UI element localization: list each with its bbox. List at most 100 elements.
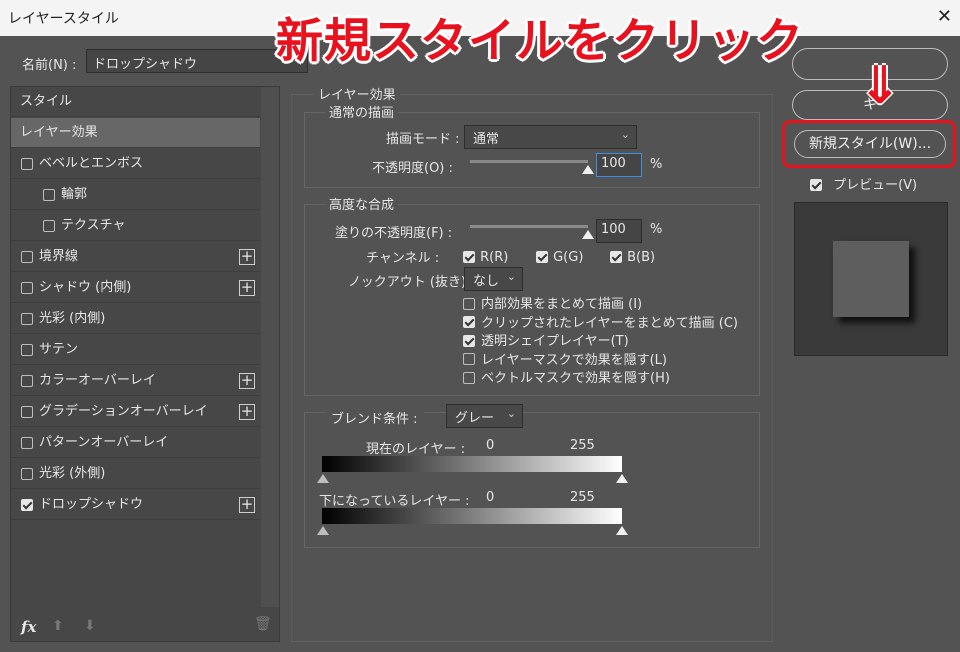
- sidebar-item-checkbox[interactable]: [21, 313, 33, 325]
- channel-g-checkbox[interactable]: [536, 250, 548, 263]
- underlying-layer-white-handle[interactable]: [616, 526, 628, 535]
- advanced-option[interactable]: レイヤーマスクで効果を隠す(L): [463, 349, 667, 368]
- sidebar-item-label: シャドウ (内側): [39, 280, 132, 295]
- normal-blend-group: [304, 112, 760, 188]
- sidebar-item[interactable]: レイヤー効果: [11, 118, 260, 148]
- advanced-option-label: 内部効果をまとめて描画 (I): [481, 297, 643, 312]
- trash-icon[interactable]: 🗑: [254, 616, 272, 632]
- sidebar-item[interactable]: テクスチャ: [11, 211, 260, 241]
- channel-b-checkbox[interactable]: [610, 250, 622, 263]
- sidebar-item[interactable]: サテン: [11, 335, 260, 365]
- normal-blend-title: 通常の描画: [325, 102, 399, 121]
- sidebar-item[interactable]: ドロップシャドウ +: [11, 490, 260, 520]
- move-down-icon[interactable]: ⬇: [84, 618, 96, 634]
- chevron-down-icon: ⌄: [506, 407, 516, 420]
- opacity-slider-track[interactable]: [470, 160, 588, 163]
- fill-opacity-input[interactable]: 100: [596, 219, 642, 243]
- blend-if-select[interactable]: グレー ⌄: [446, 404, 523, 428]
- current-layer-white-handle[interactable]: [616, 474, 628, 483]
- knockout-select[interactable]: なし ⌄: [464, 267, 523, 291]
- add-effect-icon[interactable]: +: [239, 373, 255, 389]
- advanced-option-checkbox[interactable]: [463, 316, 475, 328]
- add-effect-icon[interactable]: +: [239, 404, 255, 420]
- channels-label: チャンネル :: [366, 251, 440, 266]
- sidebar-item[interactable]: グラデーションオーバーレイ +: [11, 397, 260, 427]
- fill-opacity-slider-thumb[interactable]: [582, 230, 594, 239]
- current-layer-black-handle[interactable]: [317, 474, 329, 483]
- current-layer-min: 0: [486, 438, 495, 453]
- advanced-option-checkbox[interactable]: [463, 371, 475, 384]
- advanced-option[interactable]: 内部効果をまとめて描画 (I): [463, 293, 642, 312]
- fill-opacity-label: 塗りの不透明度(F) :: [335, 226, 453, 241]
- sidebar-item[interactable]: 光彩 (内側): [11, 304, 260, 334]
- opacity-input[interactable]: 100: [596, 153, 642, 177]
- sidebar-item[interactable]: パターンオーバーレイ: [11, 428, 260, 458]
- sidebar-item-label: ベベルとエンボス: [39, 156, 144, 171]
- advanced-option[interactable]: 透明シェイプレイヤー(T): [463, 330, 629, 349]
- sidebar-item-checkbox[interactable]: [21, 468, 33, 480]
- blend-mode-label: 描画モード :: [386, 132, 460, 147]
- sidebar-item[interactable]: スタイル: [11, 87, 260, 117]
- advanced-option[interactable]: クリップされたレイヤーをまとめて描画 (C): [463, 312, 738, 331]
- sidebar-item-checkbox[interactable]: [43, 189, 55, 201]
- sidebar-item[interactable]: 光彩 (外側): [11, 459, 260, 489]
- advanced-option-checkbox[interactable]: [463, 353, 475, 365]
- blend-mode-select[interactable]: 通常 ⌄: [464, 125, 637, 149]
- blend-if-value: グレー: [455, 411, 495, 426]
- advanced-option-label: 透明シェイプレイヤー(T): [481, 334, 629, 349]
- knockout-value: なし: [473, 274, 500, 289]
- channel-r[interactable]: R(R): [463, 246, 508, 265]
- add-effect-icon[interactable]: +: [239, 280, 255, 296]
- sidebar-item-label: グラデーションオーバーレイ: [39, 404, 208, 419]
- underlying-layer-max: 255: [570, 490, 595, 505]
- add-effect-icon[interactable]: +: [239, 249, 255, 265]
- opacity-label: 不透明度(O) :: [372, 161, 453, 176]
- blend-if-label: ブレンド条件 :: [325, 408, 424, 427]
- preview-toggle[interactable]: プレビュー(V): [810, 174, 917, 193]
- move-up-icon[interactable]: ⬆: [52, 618, 64, 634]
- sidebar-item-checkbox[interactable]: [21, 344, 33, 356]
- preview-checkbox[interactable]: [810, 178, 822, 191]
- sidebar-item-label: 光彩 (内側): [39, 311, 106, 326]
- sidebar-item-label: 光彩 (外側): [39, 466, 106, 481]
- advanced-option-checkbox[interactable]: [463, 297, 475, 310]
- sidebar-item-checkbox[interactable]: [21, 282, 33, 294]
- opacity-percent: %: [650, 157, 663, 172]
- sidebar-item-checkbox[interactable]: [21, 251, 33, 263]
- blend-mode-value: 通常: [473, 132, 500, 147]
- sidebar-item-checkbox[interactable]: [21, 375, 33, 387]
- advanced-option-label: レイヤーマスクで効果を隠す(L): [481, 352, 667, 368]
- name-label: 名前(N) :: [22, 58, 77, 73]
- sidebar-item-checkbox[interactable]: [21, 158, 33, 170]
- preview-box: [794, 202, 948, 356]
- sidebar-item[interactable]: 輪郭: [11, 180, 260, 210]
- channel-b-label: B(B): [627, 250, 656, 265]
- sidebar-item-label: 境界線: [39, 249, 79, 264]
- advanced-blend-title: 高度な合成: [325, 194, 399, 213]
- opacity-slider-thumb[interactable]: [582, 165, 594, 174]
- close-icon[interactable]: ✕: [937, 6, 952, 27]
- sidebar-item[interactable]: ベベルとエンボス: [11, 149, 260, 179]
- sidebar-item[interactable]: シャドウ (内側) +: [11, 273, 260, 303]
- sidebar-item-label: 輪郭: [61, 187, 88, 202]
- underlying-layer-label: 下になっているレイヤー :: [319, 494, 470, 509]
- sidebar-item[interactable]: カラーオーバーレイ +: [11, 366, 260, 396]
- channel-b[interactable]: B(B): [610, 246, 655, 265]
- sidebar-item-checkbox[interactable]: [21, 499, 33, 511]
- sidebar-scrollbar[interactable]: [261, 87, 279, 607]
- fill-opacity-slider-track[interactable]: [470, 225, 588, 228]
- name-input[interactable]: ドロップシャドウ: [86, 49, 308, 73]
- channel-r-checkbox[interactable]: [463, 250, 475, 263]
- advanced-option[interactable]: ベクトルマスクで効果を隠す(H): [463, 367, 670, 386]
- add-effect-icon[interactable]: +: [239, 497, 255, 513]
- sidebar-item[interactable]: 境界線 +: [11, 242, 260, 272]
- channel-g[interactable]: G(G): [536, 246, 583, 265]
- advanced-option-checkbox[interactable]: [463, 334, 475, 347]
- sidebar-item-checkbox[interactable]: [21, 437, 33, 449]
- sidebar-item-checkbox[interactable]: [43, 220, 55, 232]
- underlying-layer-black-handle[interactable]: [317, 526, 329, 535]
- sidebar-item-checkbox[interactable]: [21, 406, 33, 418]
- annotation-arrow-icon: ⇓: [858, 56, 902, 116]
- fx-icon[interactable]: fx: [21, 618, 36, 636]
- effects-title: レイヤー効果: [314, 84, 400, 103]
